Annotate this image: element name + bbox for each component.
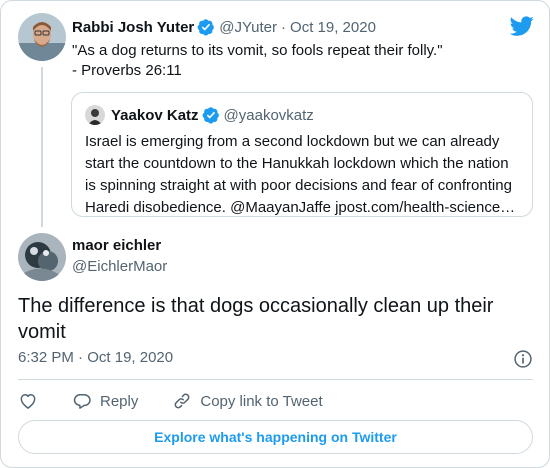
main-tweet-text: The difference is that dogs occasionally…	[18, 295, 494, 343]
heart-icon	[20, 394, 36, 409]
avatar[interactable]	[18, 233, 66, 281]
author-name: Yaakov Katz	[111, 106, 199, 124]
like-button[interactable]	[18, 391, 38, 411]
copy-link-button[interactable]: Copy link to Tweet	[172, 391, 323, 411]
info-icon[interactable]	[513, 349, 533, 369]
tweet-text-line: Israel is emerging from a second lockdow…	[85, 133, 500, 150]
verified-badge-icon	[202, 107, 219, 124]
quoted-tweet[interactable]: Yaakov Katz @yaakovkatz Israel is emergi…	[71, 92, 533, 217]
avatar	[85, 105, 105, 125]
tweet-text-line: Haredi disobedience. @MaayanJaffe jpost.…	[85, 199, 516, 216]
quoted-tweet-header: Yaakov Katz @yaakovkatz	[85, 105, 314, 125]
author-handle[interactable]: @EichlerMaor	[72, 258, 167, 275]
embedded-tweet-card: Rabbi Josh Yuter @JYuter · Oct 19, 2020 …	[0, 0, 550, 468]
tweet-text-line: is spinning straight at with poor decisi…	[85, 177, 512, 194]
author-handle[interactable]: @JYuter	[219, 19, 277, 36]
explore-twitter-button[interactable]: Explore what's happening on Twitter	[18, 420, 533, 454]
tweet-date[interactable]: Oct 19, 2020	[87, 349, 173, 366]
parent-tweet-header: Rabbi Josh Yuter @JYuter · Oct 19, 2020	[72, 17, 376, 37]
separator: ·	[78, 349, 84, 366]
author-name[interactable]: Rabbi Josh Yuter	[72, 19, 194, 36]
reply-label: Reply	[100, 392, 139, 410]
parent-tweet-text: "As a dog returns to its vomit, so fools…	[72, 41, 512, 81]
reply-button[interactable]: Reply	[72, 391, 138, 411]
twitter-bird-icon[interactable]	[510, 14, 534, 38]
tweet-text-line: "As a dog returns to its vomit, so fools…	[72, 42, 443, 59]
author-handle: @yaakovkatz	[223, 106, 314, 124]
tweet-actions: Reply Copy link to Tweet	[18, 390, 357, 412]
author-name[interactable]: maor eichler	[72, 237, 161, 254]
quoted-tweet-text: Israel is emerging from a second lockdow…	[85, 131, 525, 219]
tweet-text-line: start the countdown to the Hanukkah lock…	[85, 155, 509, 172]
copy-link-label: Copy link to Tweet	[200, 392, 323, 410]
verified-badge-icon	[197, 19, 215, 36]
tweet-text-line: - Proverbs 26:11	[72, 62, 182, 79]
avatar[interactable]	[18, 13, 66, 61]
reply-bubble-icon	[73, 394, 91, 409]
tweet-time[interactable]: 6:32 PM	[18, 349, 74, 366]
divider	[18, 379, 533, 380]
link-icon	[174, 393, 190, 409]
tweet-timestamp[interactable]: 6:32 PM · Oct 19, 2020	[18, 349, 173, 366]
tweet-date[interactable]: Oct 19, 2020	[290, 19, 376, 36]
separator: ·	[281, 18, 287, 36]
thread-connector-line	[41, 67, 43, 227]
